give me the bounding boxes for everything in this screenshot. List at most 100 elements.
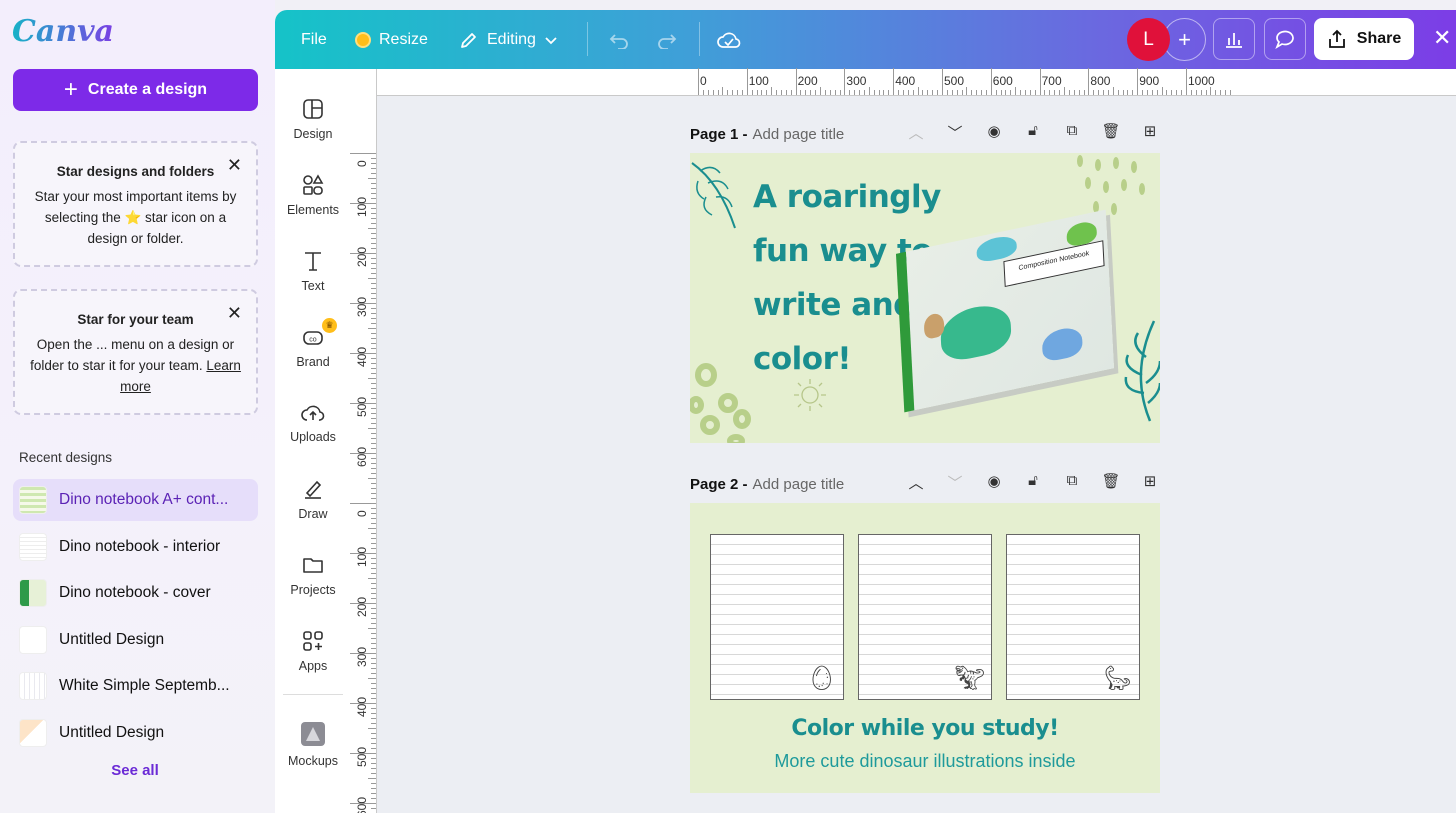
editing-mode-dropdown[interactable]: Editing — [459, 10, 558, 69]
crown-icon — [355, 31, 371, 48]
rail-item-design[interactable]: Design — [275, 84, 351, 154]
recent-designs-heading: Recent designs — [19, 450, 113, 465]
ruler-tick — [371, 408, 376, 409]
ruler-tick — [1039, 68, 1041, 95]
ruler-tick — [371, 563, 376, 564]
ruler-tick-label: 500 — [944, 74, 965, 88]
ruler-tick — [956, 90, 958, 95]
ruler-tick — [371, 293, 376, 294]
ruler-tick — [1137, 68, 1139, 95]
notebook-label: Composition Notebook — [1003, 240, 1105, 288]
chevron-down-icon[interactable]: ﹀ — [945, 122, 965, 143]
ruler-tick-label: 900 — [1139, 74, 1160, 88]
ruler-tick — [1005, 90, 1007, 95]
create-design-button[interactable]: + Create a design — [13, 69, 258, 111]
trash-icon[interactable]: 🗑︎ — [1101, 122, 1121, 143]
rail-item-uploads[interactable]: Uploads — [275, 388, 351, 458]
rail-item-projects[interactable]: Projects — [275, 540, 351, 610]
ruler-tick — [1034, 90, 1036, 95]
ruler-tick — [371, 233, 376, 234]
page-2[interactable]: 🥚︎ 🦖︎ 🦕︎ Color while you study! More cut… — [690, 503, 1160, 793]
insights-button[interactable] — [1213, 18, 1255, 60]
ruler-tick — [371, 173, 376, 174]
hide-eye-icon[interactable]: ◉ — [984, 122, 1004, 143]
recent-design-item[interactable]: Untitled Design — [13, 619, 258, 661]
ruler-tick — [371, 693, 376, 694]
rail-label: Apps — [298, 658, 328, 673]
page-2-subheading[interactable]: More cute dinosaur illustrations inside — [690, 751, 1160, 772]
page-name: Page 2 - — [690, 475, 748, 493]
recent-design-item[interactable]: White Simple Septemb... — [13, 665, 258, 707]
ruler-tick — [350, 703, 376, 704]
dino-doodle: 🦖︎ — [954, 665, 985, 692]
chevron-up-icon[interactable]: ︿ — [906, 472, 926, 493]
recent-design-item[interactable]: Dino notebook - cover — [13, 572, 258, 614]
rail-item-text[interactable]: Text — [275, 236, 351, 306]
ruler-tick — [844, 68, 846, 95]
rail-item-brand[interactable]: ♛ co Brand — [275, 312, 351, 382]
ruler-tick — [922, 90, 924, 95]
ruler-tick — [368, 778, 376, 779]
close-icon[interactable]: ✕ — [1433, 25, 1451, 51]
design-thumbnail — [19, 626, 47, 654]
resize-button[interactable]: Resize — [355, 10, 428, 69]
ruler-tick-label: 300 — [846, 74, 867, 88]
ruler-tick — [1064, 87, 1065, 95]
ruler-tick — [995, 90, 997, 95]
chevron-up-icon[interactable]: ︿ — [906, 122, 926, 143]
rail-item-apps[interactable]: Apps — [275, 616, 351, 686]
ruler-tick — [371, 473, 376, 474]
cloud-saved-icon[interactable] — [717, 10, 741, 69]
close-icon[interactable]: ✕ — [227, 303, 242, 324]
page-title-input[interactable]: Add page title — [753, 126, 845, 143]
ruler-tick — [751, 90, 753, 95]
duplicate-icon[interactable]: ⧉ — [1062, 122, 1082, 143]
page-1[interactable]: A roaringly fun way to write and color! … — [690, 153, 1160, 443]
ruler-tick — [371, 668, 376, 669]
see-all-link[interactable]: See all — [0, 762, 270, 779]
ruler-tick-label: 300 — [355, 296, 369, 317]
lock-icon[interactable]: 🔓︎ — [1023, 122, 1043, 143]
pen-icon — [302, 478, 324, 500]
ruler-tick — [883, 90, 885, 95]
recent-design-item[interactable]: Untitled Design — [13, 712, 258, 754]
rail-item-elements[interactable]: Elements — [275, 160, 351, 230]
duplicate-icon[interactable]: ⧉ — [1062, 472, 1082, 493]
ruler-tick — [371, 358, 376, 359]
ruler-tick — [371, 738, 376, 739]
circles-decoration — [690, 363, 751, 443]
rail-item-mockups[interactable]: Mockups — [275, 709, 351, 779]
ruler-tick — [371, 808, 376, 809]
undo-icon[interactable] — [609, 10, 629, 69]
recent-design-item[interactable]: Dino notebook - interior — [13, 526, 258, 568]
rail-item-draw[interactable]: Draw — [275, 464, 351, 534]
add-page-icon[interactable]: ⊞ — [1140, 122, 1160, 143]
tip-card-team-star: ✕ Star for your team Open the ... menu o… — [13, 289, 258, 415]
hide-eye-icon[interactable]: ◉ — [984, 472, 1004, 493]
ruler-tick — [371, 248, 376, 249]
ruler-tick — [1195, 90, 1197, 95]
ruler-tick — [350, 403, 376, 404]
lock-icon[interactable]: 🔓︎ — [1023, 472, 1043, 493]
comments-button[interactable] — [1264, 18, 1306, 60]
notebook-page-preview[interactable]: 🦕︎ — [1006, 534, 1140, 700]
close-icon[interactable]: ✕ — [227, 155, 242, 176]
notebook-page-preview[interactable]: 🦖︎ — [858, 534, 992, 700]
add-page-icon[interactable]: ⊞ — [1140, 472, 1160, 493]
ruler-tick — [371, 338, 376, 339]
canva-logo[interactable]: Canva — [12, 14, 114, 49]
vertical-ruler: 0 100 200 300 400 500 600 0 100 200 300 400 500 600 — [350, 69, 377, 813]
trash-icon[interactable]: 🗑︎ — [1101, 472, 1121, 493]
recent-design-item[interactable]: Dino notebook A+ cont... — [13, 479, 258, 521]
page-title-input[interactable]: Add page title — [753, 476, 845, 493]
share-button[interactable]: Share — [1314, 18, 1414, 60]
notebook-page-preview[interactable]: 🥚︎ — [710, 534, 844, 700]
user-avatar[interactable]: L — [1127, 18, 1170, 61]
ruler-tick — [1103, 90, 1105, 95]
redo-icon[interactable] — [657, 10, 677, 69]
rail-label: Draw — [298, 506, 328, 521]
file-menu[interactable]: File — [301, 10, 327, 69]
page-2-heading[interactable]: Color while you study! — [690, 716, 1160, 741]
ruler-tick — [371, 543, 376, 544]
chevron-down-icon[interactable]: ﹀ — [945, 472, 965, 493]
